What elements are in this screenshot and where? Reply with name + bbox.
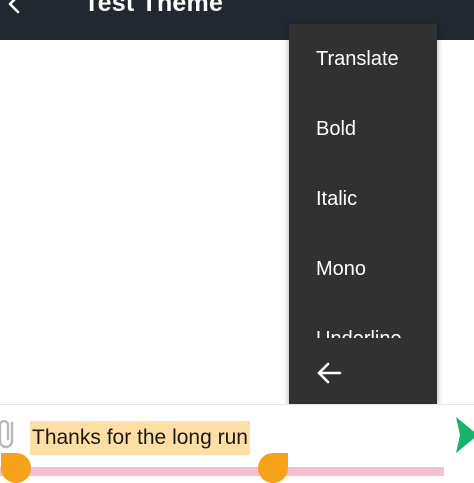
menu-item-mono[interactable]: Mono xyxy=(289,234,437,304)
message-composer: Thanks for the long run xyxy=(0,404,474,483)
paperclip-icon[interactable] xyxy=(0,417,20,456)
text-format-menu: Translate Bold Italic Mono Underline xyxy=(289,24,437,408)
arrow-left-icon xyxy=(317,362,342,384)
chevron-left-icon[interactable] xyxy=(2,0,26,16)
send-icon[interactable] xyxy=(452,415,474,460)
menu-item-underline[interactable]: Underline xyxy=(289,304,437,338)
selection-start-handle[interactable] xyxy=(1,453,31,483)
app-title: Test Theme xyxy=(84,0,224,17)
menu-back-button[interactable] xyxy=(289,338,437,408)
menu-items-list: Translate Bold Italic Mono Underline xyxy=(289,24,437,338)
menu-item-bold[interactable]: Bold xyxy=(289,94,437,164)
message-input[interactable]: Thanks for the long run xyxy=(30,421,250,455)
selection-end-handle[interactable] xyxy=(258,453,288,483)
menu-item-italic[interactable]: Italic xyxy=(289,164,437,234)
menu-item-translate[interactable]: Translate xyxy=(289,24,437,94)
